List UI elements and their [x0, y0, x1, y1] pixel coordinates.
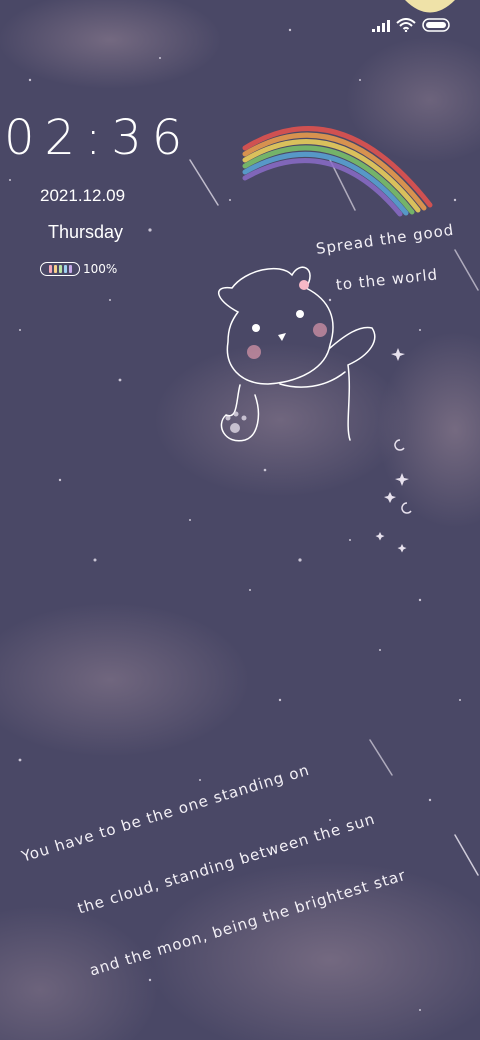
flower-icon: [299, 280, 309, 290]
signal-bars-icon: [372, 17, 390, 36]
bear-drawing: [218, 266, 376, 442]
battery-icon: [422, 17, 450, 36]
battery-cell: [48, 265, 52, 273]
bear-blush-left: [247, 345, 261, 359]
battery-widget: 100%: [40, 262, 117, 276]
battery-cell: [68, 265, 72, 273]
wifi-icon: [396, 17, 416, 36]
bear-eye-right: [296, 310, 304, 318]
battery-cell: [63, 265, 67, 273]
bear-eye-left: [252, 324, 260, 332]
battery-cell: [53, 265, 57, 273]
battery-percent: 100%: [83, 262, 118, 276]
moon-icon: [405, 0, 455, 13]
battery-level-icon: [40, 262, 80, 276]
lockscreen-date: 2021.12.09: [40, 186, 126, 205]
battery-cell: [58, 265, 62, 273]
status-bar: [372, 14, 450, 38]
lockscreen-time: 02:36: [4, 110, 193, 166]
lockscreen-weekday: Thursday: [48, 222, 124, 242]
bear-nose: [278, 333, 286, 341]
paw-prints: [225, 411, 247, 433]
bear-blush-right: [313, 323, 327, 337]
rainbow-icon: [242, 126, 433, 217]
sparkle-icons: [375, 348, 409, 553]
